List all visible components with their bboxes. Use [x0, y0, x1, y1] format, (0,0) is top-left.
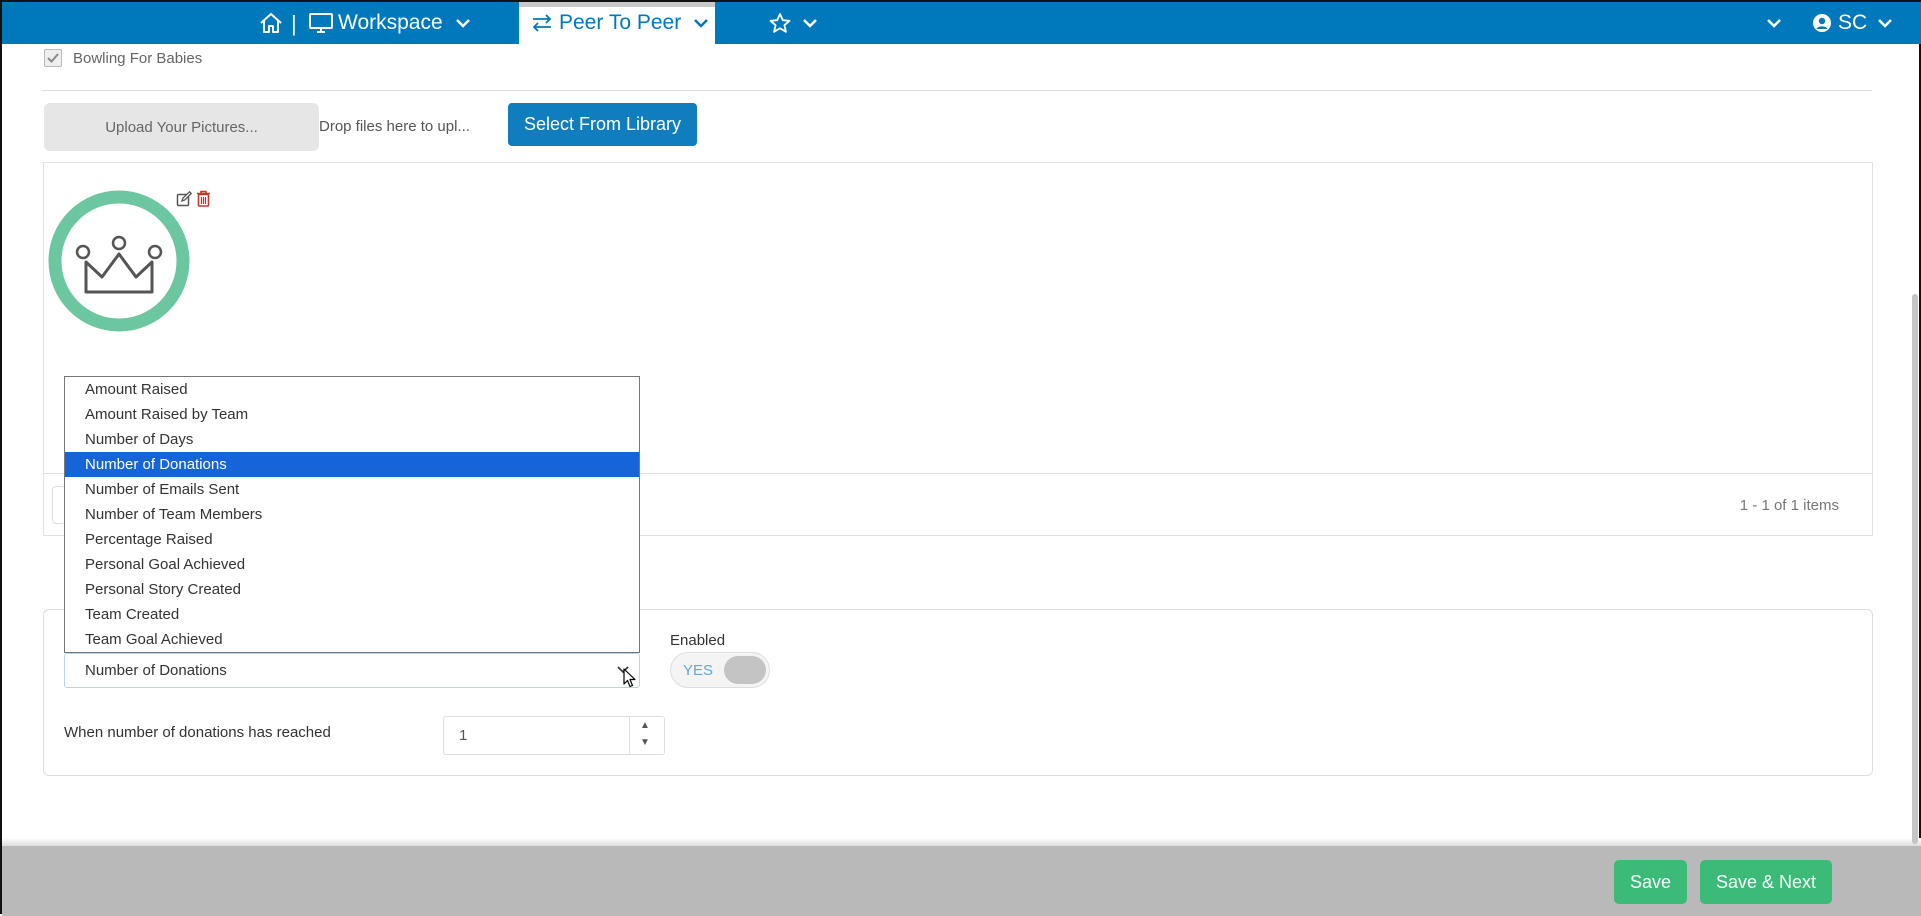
dropdown-option[interactable]: Number of Emails Sent: [65, 477, 639, 502]
dropdown-option[interactable]: Amount Raised by Team: [65, 402, 639, 427]
checkbox-label: Bowling For Babies: [73, 50, 203, 67]
threshold-number-input[interactable]: 1 ▲ ▼: [443, 716, 665, 755]
dropdown-option[interactable]: Team Goal Achieved: [65, 627, 639, 652]
toggle-state-text: YES: [683, 662, 714, 679]
more-menu[interactable]: [1766, 2, 1782, 44]
save-and-next-button[interactable]: Save & Next: [1700, 860, 1832, 904]
dropdown-option[interactable]: Personal Goal Achieved: [65, 552, 639, 577]
dropdown-option[interactable]: Team Created: [65, 602, 639, 627]
chevron-down-icon: [1877, 18, 1893, 28]
user-avatar-icon: [1812, 13, 1832, 33]
crown-badge-image[interactable]: [46, 188, 192, 334]
nav-workspace[interactable]: Workspace: [308, 2, 471, 44]
dropdown-option[interactable]: Percentage Raised: [65, 527, 639, 552]
edit-icon[interactable]: [176, 191, 192, 207]
star-icon: [768, 12, 792, 34]
criteria-select[interactable]: Number of Donations: [64, 653, 640, 688]
divider: [42, 90, 1872, 91]
toggle-knob: [724, 656, 766, 684]
bowling-for-babies-checkbox[interactable]: [44, 49, 62, 67]
dropdown-option[interactable]: Number of Days: [65, 427, 639, 452]
threshold-label: When number of donations has reached: [64, 724, 331, 741]
home-icon[interactable]: [258, 2, 284, 44]
mouse-cursor-icon: [623, 668, 637, 688]
vertical-scrollbar[interactable]: [1912, 294, 1918, 844]
threshold-value: 1: [459, 727, 468, 744]
dropdown-option[interactable]: Number of Team Members: [65, 502, 639, 527]
active-tab-indicator: [519, 2, 715, 7]
enabled-toggle[interactable]: YES: [670, 652, 770, 688]
spin-up-icon[interactable]: ▲: [640, 720, 650, 731]
nav-peer-to-peer-label: Peer To Peer: [559, 11, 682, 34]
trash-icon[interactable]: [196, 190, 211, 207]
nav-separator: |: [291, 11, 297, 36]
footer-shadow: [2, 838, 1921, 846]
chevron-down-icon: [1766, 18, 1782, 28]
nav-peer-to-peer[interactable]: Peer To Peer: [519, 2, 715, 44]
dropdown-option[interactable]: Amount Raised: [65, 377, 639, 402]
user-menu[interactable]: SC: [1812, 2, 1893, 44]
nav-workspace-label: Workspace: [338, 11, 443, 34]
chevron-down-icon: [455, 18, 471, 28]
swap-arrows-icon: [531, 13, 553, 33]
dropdown-option[interactable]: Personal Story Created: [65, 577, 639, 602]
number-spinner[interactable]: ▲ ▼: [629, 717, 664, 754]
upload-pictures-button[interactable]: Upload Your Pictures...: [44, 103, 319, 151]
pager-control[interactable]: [52, 486, 63, 524]
user-initials: SC: [1838, 11, 1868, 34]
save-button[interactable]: Save: [1614, 860, 1687, 904]
chevron-down-icon: [802, 18, 818, 28]
chevron-down-icon: [693, 18, 709, 28]
dropdown-option-selected[interactable]: Number of Donations: [65, 452, 639, 477]
spin-down-icon[interactable]: ▼: [640, 737, 650, 748]
select-from-library-button[interactable]: Select From Library: [508, 103, 697, 146]
top-nav-bar: | Workspace Peer To Peer SC: [2, 2, 1921, 44]
criteria-select-value: Number of Donations: [85, 662, 227, 679]
check-icon: [47, 53, 59, 63]
pager-info: 1 - 1 of 1 items: [1739, 497, 1839, 514]
monitor-icon: [308, 12, 334, 34]
favorites-menu[interactable]: [768, 2, 818, 44]
enabled-label: Enabled: [670, 632, 726, 649]
criteria-dropdown-list: Amount Raised Amount Raised by Team Numb…: [64, 376, 640, 653]
drop-files-text: Drop files here to upl...: [319, 118, 470, 135]
